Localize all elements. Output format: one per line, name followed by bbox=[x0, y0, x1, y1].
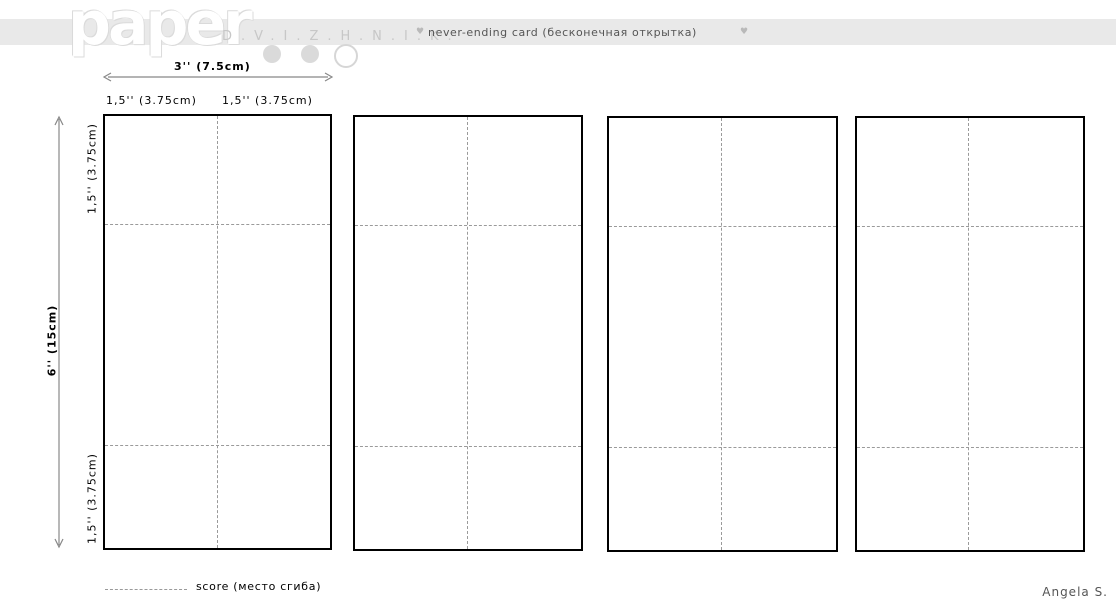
legend-score-line bbox=[105, 589, 187, 590]
width-arrow-icon bbox=[102, 72, 334, 82]
score-line-bottom bbox=[857, 447, 1083, 448]
score-line-bottom bbox=[355, 446, 581, 447]
card-3 bbox=[607, 116, 838, 552]
score-line-top bbox=[355, 225, 581, 226]
logo-circles-icon bbox=[263, 44, 358, 68]
score-line-top bbox=[857, 226, 1083, 227]
score-line-bottom bbox=[609, 447, 836, 448]
author-signature: Angela S. bbox=[1042, 585, 1108, 599]
heart-icon-right: ♥ bbox=[740, 27, 749, 37]
score-line-vertical bbox=[968, 118, 969, 550]
project-title: never-ending card (бесконечная открытка) bbox=[428, 26, 697, 39]
bottom-section-label: 1,5'' (3.75cm) bbox=[85, 453, 99, 544]
total-height-label: 6'' (15cm) bbox=[45, 304, 59, 377]
legend-score-label: score (место сгиба) bbox=[196, 580, 322, 593]
half-width-label-left: 1,5'' (3.75cm) bbox=[106, 94, 197, 107]
score-line-vertical bbox=[217, 116, 218, 548]
card-2 bbox=[353, 115, 583, 551]
score-line-bottom bbox=[105, 445, 330, 446]
card-1 bbox=[103, 114, 332, 550]
logo-word: paper bbox=[68, 0, 253, 59]
top-section-label: 1,5'' (3.75cm) bbox=[85, 123, 99, 214]
score-line-top bbox=[105, 224, 330, 225]
logo-subtitle: D.V.I.Z.H.N.I.K. bbox=[222, 29, 461, 44]
heart-icon-left: ♥ bbox=[416, 27, 425, 37]
score-line-vertical bbox=[467, 117, 468, 549]
score-line-top bbox=[609, 226, 836, 227]
card-4 bbox=[855, 116, 1085, 552]
half-width-label-right: 1,5'' (3.75cm) bbox=[222, 94, 313, 107]
score-line-vertical bbox=[721, 118, 722, 550]
